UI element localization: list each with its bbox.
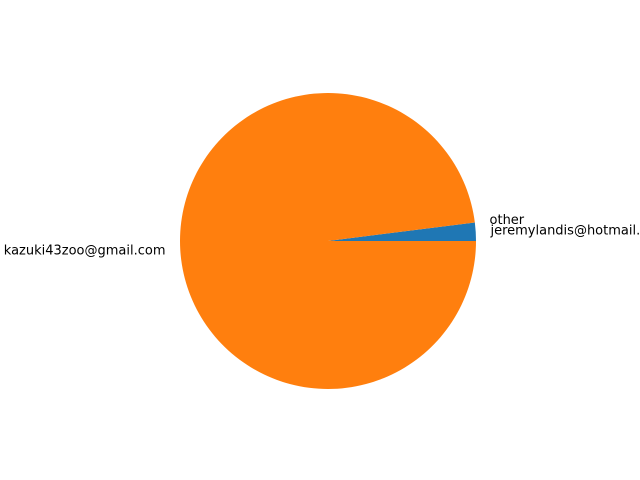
pie-label-other: other — [490, 213, 525, 228]
pie-slices — [180, 92, 476, 389]
pie-label-kazuki43zoo-gmail-com: kazuki43zoo@gmail.com — [4, 244, 166, 259]
pie-chart: jeremylandis@hotmail.comotherkazuki43zoo… — [4, 92, 640, 389]
